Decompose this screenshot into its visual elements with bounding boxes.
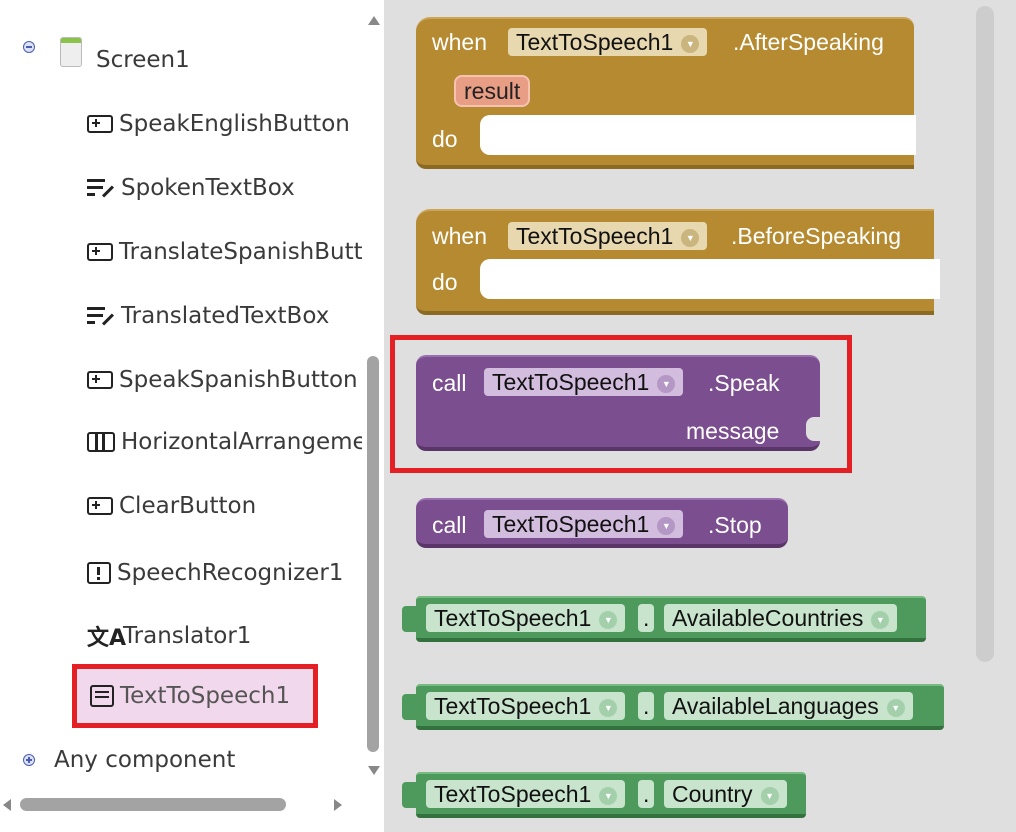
component-dropdown[interactable]: TextToSpeech1 ▼ — [426, 780, 626, 808]
before-speaking-event-block[interactable]: when TextToSpeech1 ▼ .BeforeSpeaking do — [416, 209, 940, 315]
dropdown-arrow-icon: ▼ — [599, 699, 618, 717]
dropdown-arrow-icon: ▼ — [681, 35, 700, 53]
after-speaking-event-block[interactable]: when TextToSpeech1 ▼ .AfterSpeaking resul… — [416, 17, 916, 169]
scroll-left-icon[interactable] — [3, 799, 11, 811]
tree-item-label: HorizontalArrangement1 — [121, 429, 362, 455]
expand-any-component-icon[interactable] — [23, 754, 35, 766]
tree-item-label: Translator1 — [123, 623, 252, 649]
tree-item-label: TranslatedTextBox — [121, 303, 330, 329]
available-countries-getter-block[interactable]: TextToSpeech1 ▼ . AvailableCountries ▼ — [416, 596, 926, 642]
available-languages-getter-block[interactable]: TextToSpeech1 ▼ . AvailableLanguages ▼ — [416, 684, 944, 730]
scroll-right-icon[interactable] — [334, 799, 342, 811]
tree-item-spokentextbox[interactable]: SpokenTextBox — [87, 168, 295, 208]
tree-item-label: SpokenTextBox — [121, 175, 295, 201]
dot-label: . — [643, 781, 650, 807]
workspace-scrollbar[interactable] — [976, 6, 994, 662]
speak-block-highlight — [390, 335, 852, 473]
tree-item-label: TranslateSpanishButton — [119, 239, 362, 265]
tree-item-label: Any component — [54, 747, 236, 773]
dropdown-value: TextToSpeech1 — [434, 693, 592, 719]
when-label: when — [432, 223, 487, 249]
screen-icon — [60, 37, 82, 75]
blocks-workspace[interactable]: when TextToSpeech1 ▼ .AfterSpeaking resul… — [384, 0, 1016, 832]
dropdown-value: AvailableCountries — [672, 605, 864, 631]
component-dropdown[interactable]: TextToSpeech1 ▼ — [508, 222, 708, 250]
tree-item-label: SpeakSpanishButton — [119, 367, 358, 393]
button-icon — [87, 243, 113, 261]
when-label: when — [432, 29, 487, 55]
dropdown-arrow-icon: ▼ — [871, 611, 890, 629]
dropdown-arrow-icon: ▼ — [886, 699, 905, 717]
tree-item-any-component[interactable]: Any component — [54, 740, 235, 780]
component-dropdown[interactable]: TextToSpeech1 ▼ — [508, 28, 708, 56]
dropdown-arrow-icon: ▼ — [599, 787, 618, 805]
tree-item-label: SpeechRecognizer1 — [117, 560, 344, 586]
dropdown-arrow-icon: ▼ — [599, 611, 618, 629]
dropdown-arrow-icon: ▼ — [681, 229, 700, 247]
translate-icon: 文A — [87, 626, 127, 651]
button-icon — [87, 497, 113, 515]
stop-call-block[interactable]: call TextToSpeech1 ▼ .Stop — [416, 498, 788, 548]
dropdown-value: TextToSpeech1 — [492, 511, 650, 537]
dropdown-value: TextToSpeech1 — [434, 781, 592, 807]
tree-item-label: ClearButton — [119, 493, 257, 519]
button-icon — [87, 371, 113, 389]
tree-item-translatespanishbutton[interactable]: TranslateSpanishButton — [87, 232, 362, 272]
textbox-icon — [87, 178, 115, 198]
dropdown-value: TextToSpeech1 — [516, 29, 674, 55]
component-dropdown[interactable]: TextToSpeech1 ▼ — [426, 604, 626, 632]
tree-item-speechrecognizer1[interactable]: SpeechRecognizer1 — [87, 553, 343, 593]
tree-item-translator1[interactable]: 文A Translator1 — [87, 616, 251, 656]
scroll-down-icon[interactable] — [368, 766, 380, 775]
scroll-up-icon[interactable] — [368, 16, 380, 25]
result-parameter[interactable]: result — [454, 75, 531, 107]
button-icon — [87, 115, 113, 133]
tree-item-translatedtextbox[interactable]: TranslatedTextBox — [87, 296, 329, 336]
call-label: call — [432, 512, 467, 538]
dropdown-arrow-icon: ▼ — [760, 787, 779, 805]
statement-slot — [480, 259, 940, 299]
collapse-screen1-icon[interactable] — [23, 41, 35, 53]
property-dropdown[interactable]: AvailableCountries ▼ — [664, 604, 898, 632]
event-name: .AfterSpeaking — [733, 29, 884, 55]
do-label: do — [432, 269, 458, 295]
tree-item-speakenglishbutton[interactable]: SpeakEnglishButton — [87, 104, 350, 144]
country-getter-block[interactable]: TextToSpeech1 ▼ . Country ▼ — [416, 772, 806, 818]
param-label: result — [464, 78, 521, 104]
tree-item-horizontalarrangement1[interactable]: HorizontalArrangement1 — [87, 422, 362, 462]
dot-separator: . — [638, 780, 655, 808]
dot-label: . — [643, 693, 650, 719]
textbox-icon — [87, 306, 115, 326]
property-dropdown[interactable]: Country ▼ — [664, 780, 787, 808]
component-dropdown[interactable]: TextToSpeech1 ▼ — [426, 692, 626, 720]
dot-separator: . — [638, 692, 655, 720]
tree-item-label: Screen1 — [96, 47, 190, 73]
scrollbar-thumb[interactable] — [367, 356, 379, 752]
dropdown-arrow-icon: ▼ — [657, 517, 676, 535]
component-dropdown[interactable]: TextToSpeech1 ▼ — [484, 510, 684, 538]
tree-vertical-scrollbar[interactable] — [362, 0, 384, 832]
tree-selection-highlight — [72, 664, 318, 728]
dot-label: . — [643, 605, 650, 631]
scrollbar-thumb[interactable] — [20, 798, 286, 811]
dropdown-value: TextToSpeech1 — [516, 223, 674, 249]
event-name: .BeforeSpeaking — [731, 223, 902, 249]
tree-item-screen1[interactable]: Screen1 — [60, 37, 190, 80]
dropdown-value: AvailableLanguages — [672, 693, 879, 719]
method-name: .Stop — [708, 512, 762, 538]
statement-slot — [480, 115, 916, 155]
tree-item-label: SpeakEnglishButton — [119, 111, 350, 137]
tree-horizontal-scrollbar[interactable] — [0, 792, 362, 816]
property-dropdown[interactable]: AvailableLanguages ▼ — [664, 692, 913, 720]
horizontal-arrangement-icon — [87, 432, 115, 452]
tree-item-clearbutton[interactable]: ClearButton — [87, 486, 256, 526]
do-label: do — [432, 126, 458, 152]
speech-recognizer-icon — [87, 562, 111, 584]
dropdown-value: TextToSpeech1 — [434, 605, 592, 631]
tree-item-speakspanishbutton[interactable]: SpeakSpanishButton — [87, 360, 358, 400]
dropdown-value: Country — [672, 781, 753, 807]
dot-separator: . — [638, 604, 655, 632]
